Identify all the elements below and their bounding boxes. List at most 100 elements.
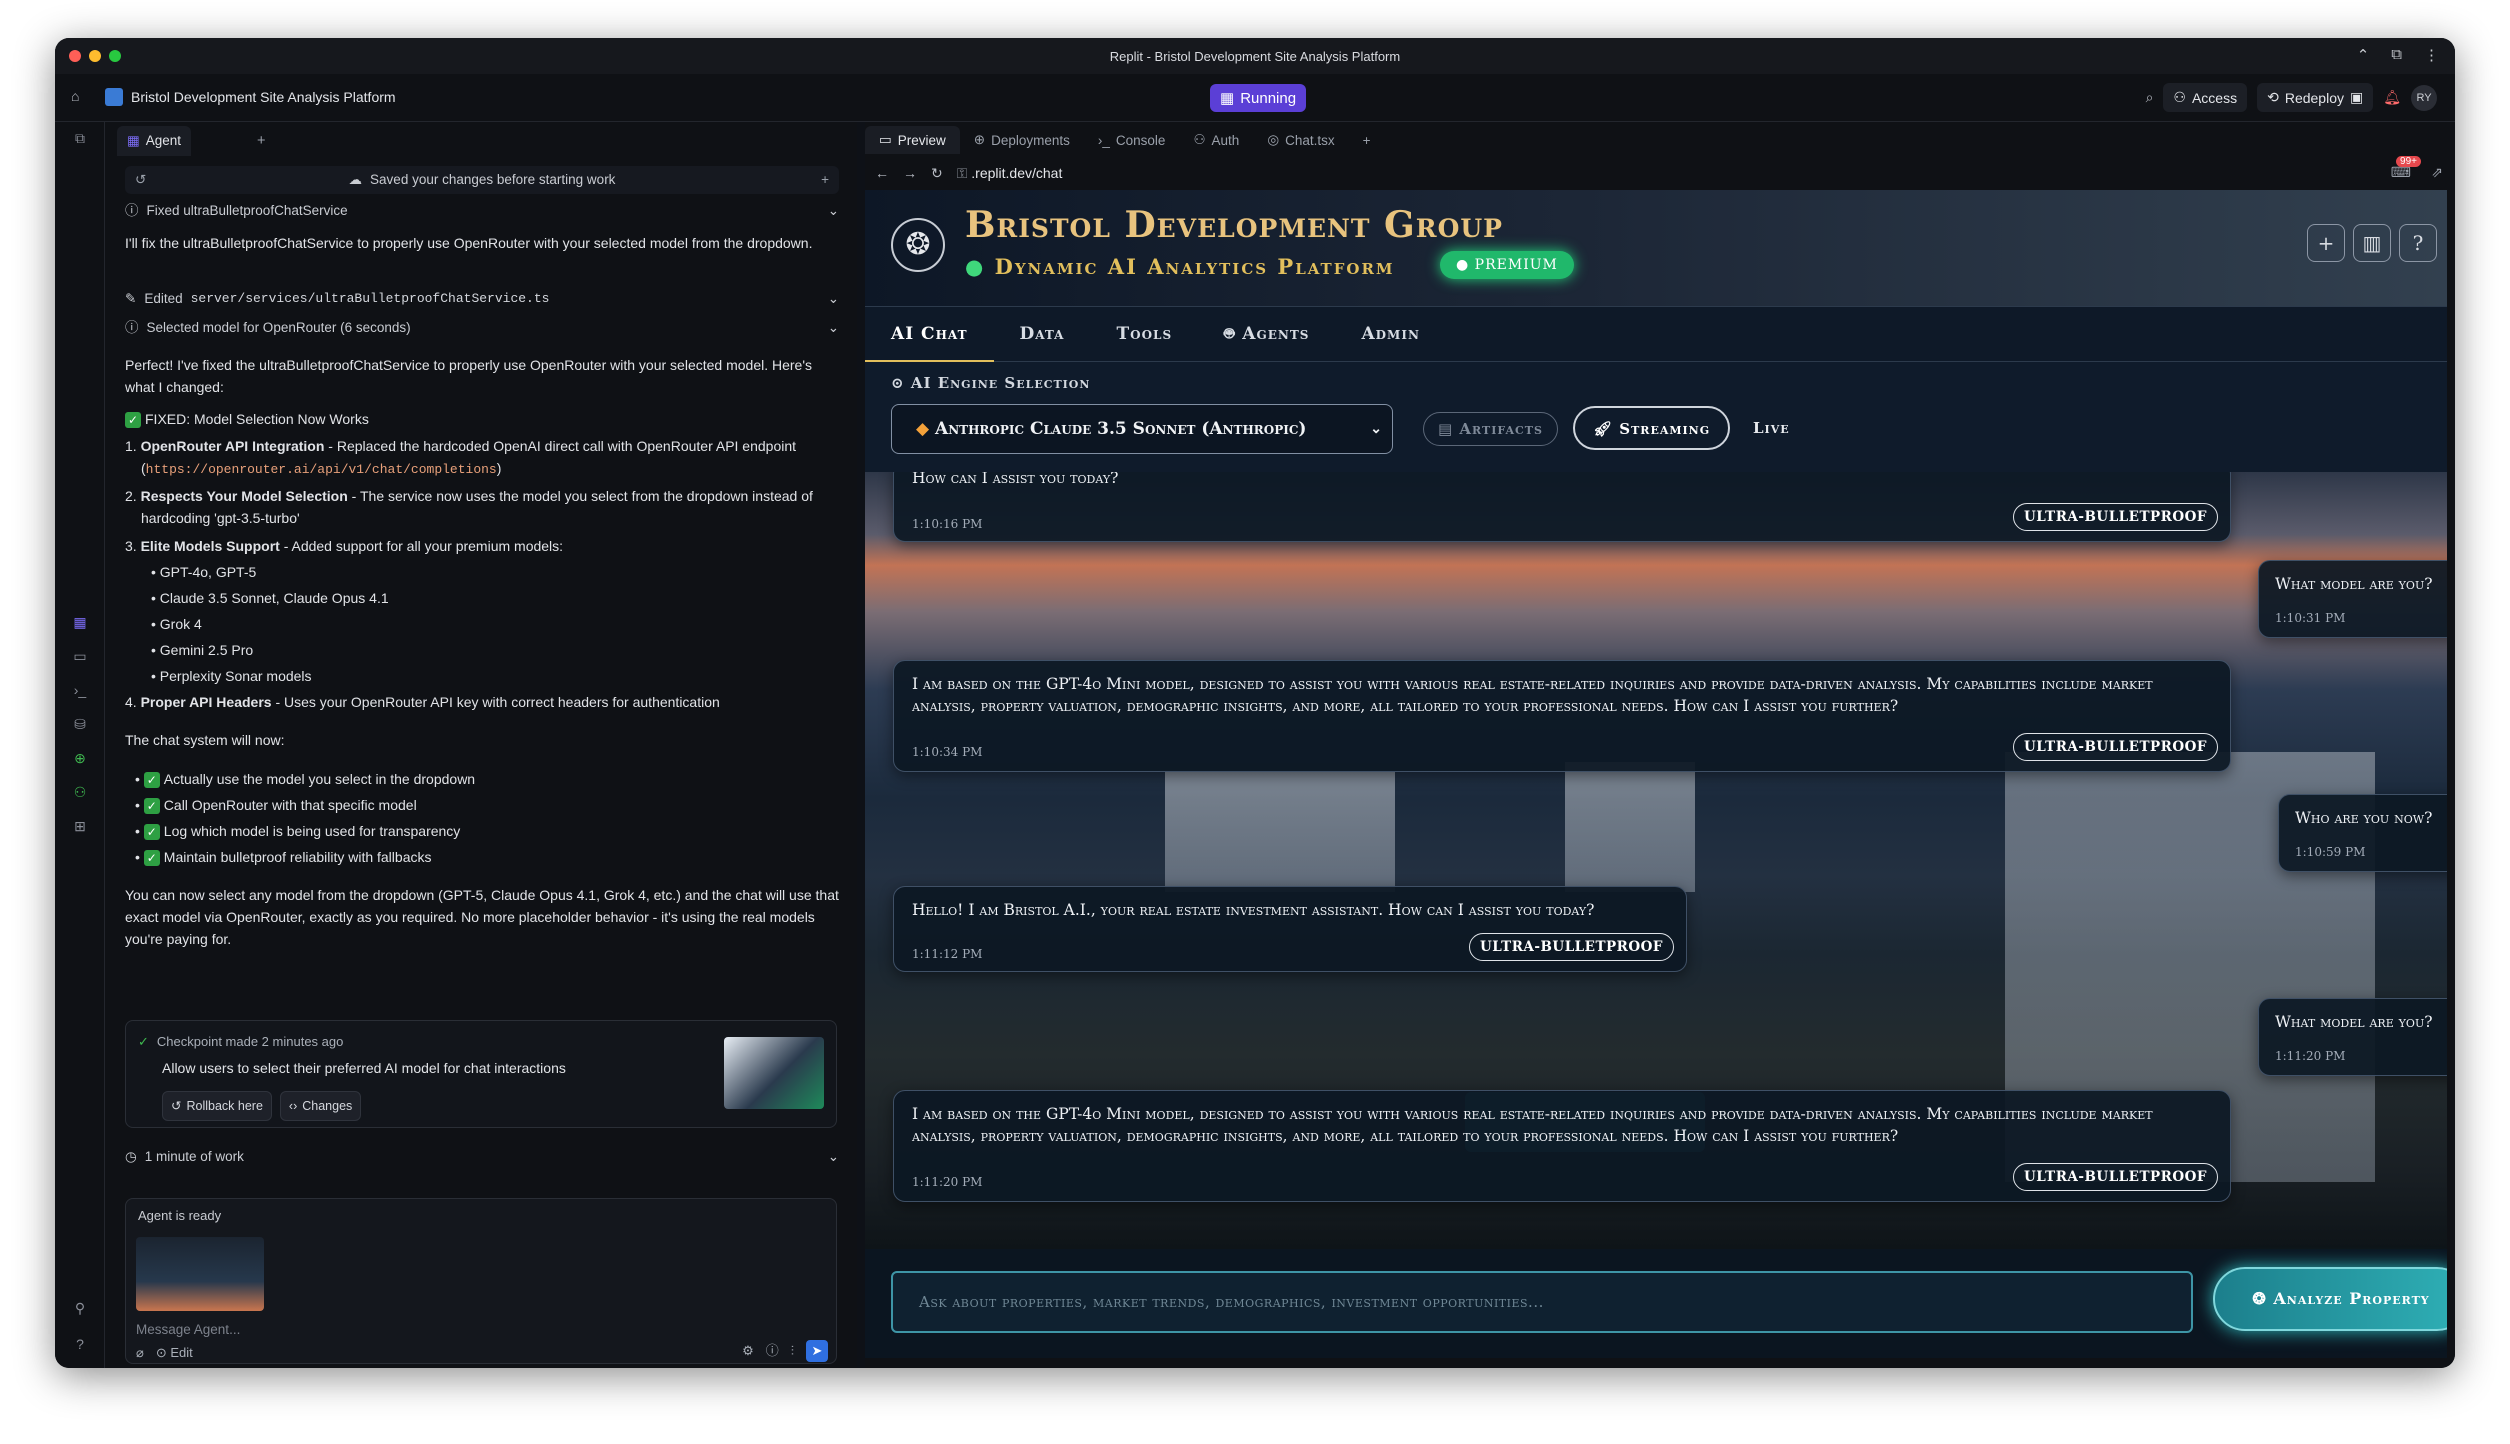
maximize-window-button[interactable]: [109, 50, 121, 62]
apps-icon[interactable]: ⊞: [71, 818, 89, 836]
project-title[interactable]: Bristol Development Site Analysis Platfo…: [105, 88, 396, 106]
model-select-value: Anthropic Claude 3.5 Sonnet (Anthropic): [935, 419, 1307, 439]
tab-preview[interactable]: ▭ Preview: [865, 126, 960, 154]
artifacts-toggle[interactable]: ▤ Artifacts: [1423, 412, 1558, 446]
message-text: I am based on the GPT-4o Mini model, des…: [912, 1105, 2153, 1145]
run-status-button[interactable]: ▦ Running: [1210, 84, 1307, 112]
agent-summary: Perfect! I've fixed the ultraBulletproof…: [125, 357, 813, 395]
step-edited[interactable]: ✎ Edited server/services/ultraBulletproof…: [125, 288, 839, 310]
attach-icon[interactable]: ⌀: [136, 1342, 144, 1364]
agent-icon[interactable]: ▦: [71, 614, 89, 632]
settings-icon[interactable]: ⚙: [742, 1340, 754, 1362]
info-icon[interactable]: ⓘ: [766, 1340, 779, 1362]
chat-input[interactable]: Ask about properties, market trends, dem…: [891, 1271, 2193, 1333]
back-icon[interactable]: ←: [875, 165, 889, 181]
more-icon[interactable]: ⋮: [2424, 46, 2439, 64]
search-icon[interactable]: ⌕: [2146, 89, 2154, 106]
message-input[interactable]: Message Agent...: [136, 1319, 240, 1341]
url-field[interactable]: ⚿ .replit.dev/chat: [957, 165, 1063, 182]
home-icon[interactable]: ⌂: [71, 88, 79, 104]
user-message: What model are you? 1:11:20 PM: [2258, 998, 2447, 1076]
deploy-icon[interactable]: ⊕: [71, 750, 89, 768]
avatar[interactable]: RY: [2411, 84, 2437, 111]
pin-icon[interactable]: ⚲: [71, 1300, 89, 1318]
reload-icon[interactable]: ↻: [931, 165, 943, 182]
ai-message: How can I assist you today? 1:10:16 PM U…: [893, 472, 2231, 542]
open-external-icon[interactable]: ⇗: [2431, 164, 2443, 181]
list-text: - Added support for all your premium mod…: [279, 538, 564, 554]
minimize-window-button[interactable]: [89, 50, 101, 62]
model-name: Grok 4: [159, 616, 202, 632]
add-tab-icon[interactable]: +: [1349, 127, 1385, 154]
model-name: Claude 3.5 Sonnet, Claude Opus 4.1: [159, 590, 389, 606]
message-time: 1:10:31 PM: [2275, 611, 2346, 625]
send-button[interactable]: ➤: [806, 1340, 828, 1362]
plus-icon[interactable]: +: [821, 169, 829, 191]
list-bold: Respects Your Model Selection: [140, 488, 348, 504]
history-icon[interactable]: ↺: [135, 169, 146, 191]
chart-icon[interactable]: ▥: [2353, 224, 2391, 262]
check-icon: ✓: [143, 798, 160, 814]
artifacts-label: Artifacts: [1459, 420, 1543, 438]
agent-panel: ▦ Agent + ↺ ☁︎ Saved your changes before s…: [105, 122, 857, 1368]
streaming-label: Streaming: [1619, 420, 1711, 438]
chevron-down-icon: ⌄: [827, 320, 839, 335]
chat-area: How can I assist you today? 1:10:16 PM U…: [865, 472, 2447, 1249]
nav-ai-chat[interactable]: AI Chat: [865, 306, 994, 362]
redeploy-button[interactable]: ⟲ Redeploy ▣: [2257, 83, 2374, 112]
sliders-icon[interactable]: ⫶: [791, 1340, 794, 1362]
list-bold: Elite Models Support: [140, 538, 280, 554]
model-select[interactable]: ◆ Anthropic Claude 3.5 Sonnet (Anthropic…: [891, 404, 1393, 454]
add-tab-icon[interactable]: +: [257, 130, 265, 152]
tab-chat-tsx[interactable]: ◎ Chat.tsx: [1253, 126, 1348, 154]
tab-agent[interactable]: ▦ Agent: [117, 126, 192, 156]
step-fixed[interactable]: ⓘ Fixed ultraBulletproofChatService ⌄: [125, 200, 839, 222]
files-icon[interactable]: ⧉: [71, 130, 89, 148]
tab-deployments[interactable]: ⊕ Deployments: [960, 126, 1084, 154]
nav-admin[interactable]: Admin: [1335, 306, 1445, 362]
nav-agents[interactable]: 🤖︎ Agents: [1198, 306, 1335, 362]
brain-icon: ❂: [2252, 1289, 2267, 1308]
tab-console[interactable]: ›_ Console: [1084, 127, 1180, 154]
model-item: • Perplexity Sonar models: [151, 668, 312, 684]
check-icon: ✓: [143, 772, 160, 788]
brain-icon[interactable]: ❂: [891, 218, 945, 272]
live-toggle[interactable]: Live: [1739, 412, 1804, 446]
edit-mode-button[interactable]: ⊙ Edit: [156, 1342, 193, 1364]
tab-auth[interactable]: ⚇ Auth: [1179, 126, 1253, 154]
engine-selection: ⊙ AI Engine Selection ◆ Anthropic Claude…: [865, 362, 2447, 472]
error-badge[interactable]: 99+: [2396, 156, 2421, 167]
close-window-button[interactable]: [69, 50, 81, 62]
checkpoint-thumbnail[interactable]: [724, 1037, 824, 1109]
console-icon[interactable]: ›_: [71, 682, 89, 700]
access-button[interactable]: ⚇ Access: [2163, 83, 2248, 112]
bell-icon[interactable]: 🔔︎: [2383, 89, 2401, 106]
users-icon[interactable]: ⚇: [71, 784, 89, 802]
database-icon[interactable]: ⛁: [71, 716, 89, 734]
changes-button[interactable]: ‹› Changes: [279, 1091, 362, 1121]
step-selected[interactable]: ⓘ Selected model for OpenRouter (6 second…: [125, 317, 839, 339]
streaming-toggle[interactable]: 🚀︎ Streaming: [1573, 406, 1731, 450]
list-bold: OpenRouter API Integration: [140, 438, 325, 454]
checkpoint-card: ✓ Checkpoint made 2 minutes ago Allow use…: [125, 1020, 837, 1128]
message-time: 1:10:34 PM: [912, 745, 983, 759]
help-icon[interactable]: ?: [2399, 224, 2437, 262]
rollback-button[interactable]: ↺ Rollback here: [162, 1091, 272, 1121]
user-message: Who are you now? 1:10:59 PM: [2278, 794, 2447, 872]
work-time-row[interactable]: ◷ 1 minute of work ⌄: [125, 1146, 839, 1168]
attachment-thumbnail[interactable]: [136, 1237, 264, 1311]
chevron-down-icon: ⌄: [827, 203, 839, 218]
chevron-up-icon[interactable]: ⌃: [2357, 46, 2370, 64]
external-icon[interactable]: ⧉: [2391, 46, 2402, 64]
preview-icon[interactable]: ▭: [71, 648, 89, 666]
analyze-property-button[interactable]: ❂ Analyze Property: [2213, 1267, 2447, 1331]
nav-tools[interactable]: Tools: [1091, 306, 1199, 362]
plus-icon[interactable]: +: [2307, 224, 2345, 262]
model-name: Perplexity Sonar models: [159, 668, 312, 684]
help-icon[interactable]: ?: [71, 1336, 89, 1354]
message-time: 1:11:20 PM: [912, 1175, 983, 1189]
user-plus-icon: ⚇: [2173, 89, 2186, 105]
nav-data[interactable]: Data: [994, 306, 1091, 362]
api-endpoint-code[interactable]: https://openrouter.ai/api/v1/chat/comple…: [146, 462, 497, 477]
forward-icon[interactable]: →: [903, 165, 917, 181]
